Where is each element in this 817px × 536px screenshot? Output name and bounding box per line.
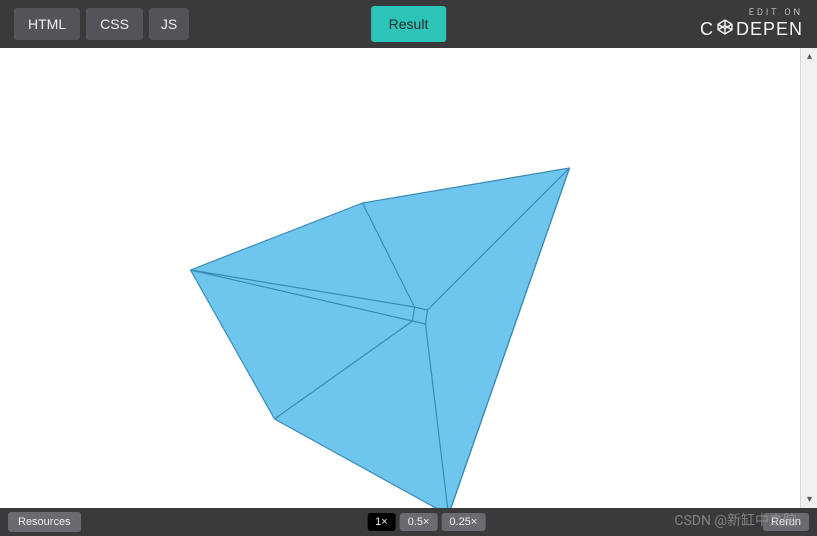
result-pane: ▴ ▾ — [0, 48, 817, 508]
tab-html[interactable]: HTML — [14, 8, 80, 40]
canvas-3d-shape[interactable] — [0, 48, 817, 508]
codepen-cube-icon — [716, 18, 734, 41]
edit-on-codepen[interactable]: EDIT ON C DEPEN — [700, 8, 803, 41]
tab-js[interactable]: JS — [149, 8, 189, 40]
zoom-025x-button[interactable]: 0.25× — [441, 513, 485, 531]
vertical-scrollbar[interactable]: ▴ ▾ — [800, 48, 817, 508]
center-tab-group: Result — [371, 6, 447, 42]
zoom-controls: 1× 0.5× 0.25× — [367, 513, 485, 531]
zoom-1x-button[interactable]: 1× — [367, 513, 396, 531]
tab-css[interactable]: CSS — [86, 8, 143, 40]
editor-tabs: HTML CSS JS — [14, 8, 189, 40]
codepen-logo: C DEPEN — [700, 18, 803, 41]
top-toolbar: HTML CSS JS Result EDIT ON C DEPEN — [0, 0, 817, 48]
resources-button[interactable]: Resources — [8, 512, 81, 532]
rerun-button[interactable]: Rerun — [763, 513, 809, 531]
zoom-05x-button[interactable]: 0.5× — [400, 513, 438, 531]
scroll-down-icon[interactable]: ▾ — [801, 491, 817, 508]
bottom-toolbar: Resources 1× 0.5× 0.25× Rerun — [0, 508, 817, 536]
scroll-up-icon[interactable]: ▴ — [801, 48, 817, 65]
edit-on-label: EDIT ON — [700, 8, 803, 18]
tab-result[interactable]: Result — [371, 6, 447, 42]
